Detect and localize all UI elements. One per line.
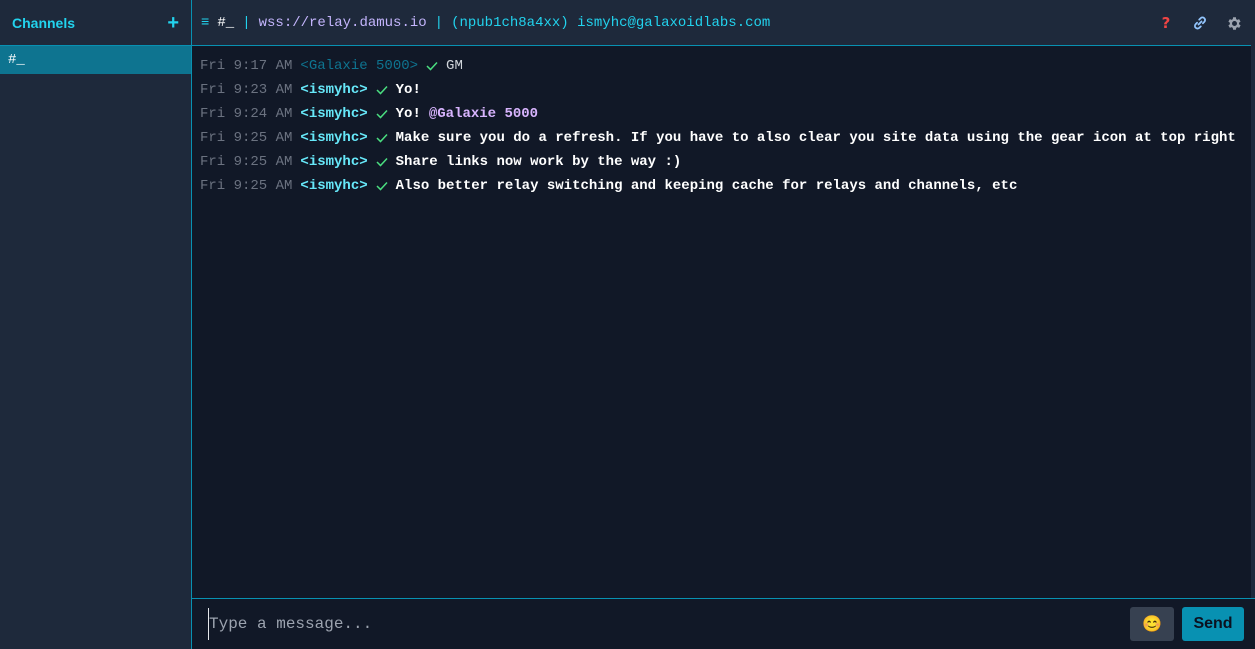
- message-row: Fri 9:25 AM <ismyhc> Also better relay s…: [200, 174, 1247, 198]
- topbar-info: ≡ #_ | wss://relay.damus.io | (npub1ch8a…: [201, 15, 770, 31]
- scrollbar[interactable]: [1251, 0, 1255, 598]
- message-row: Fri 9:25 AM <ismyhc> Share links now wor…: [200, 150, 1247, 174]
- message-author[interactable]: <ismyhc>: [300, 82, 367, 98]
- sidebar-header: Channels +: [0, 0, 191, 46]
- check-icon: [376, 109, 388, 119]
- sidebar-item-channel[interactable]: #_: [0, 46, 191, 74]
- message-timestamp: Fri 9:25 AM: [200, 178, 293, 194]
- app-window: Channels + #_ ≡ #_ | wss://relay.damus.i…: [0, 0, 1255, 649]
- message-row: Fri 9:17 AM <Galaxie 5000> GM: [200, 54, 1247, 78]
- emoji-button[interactable]: 😊: [1130, 607, 1174, 641]
- gear-icon[interactable]: [1225, 14, 1243, 32]
- check-icon: [376, 133, 388, 143]
- top-bar: ≡ #_ | wss://relay.damus.io | (npub1ch8a…: [192, 0, 1255, 46]
- send-button[interactable]: Send: [1182, 607, 1244, 641]
- message-mention[interactable]: @Galaxie 5000: [429, 106, 538, 122]
- message-text: GM: [446, 58, 463, 74]
- message-row: Fri 9:23 AM <ismyhc> Yo!: [200, 78, 1247, 102]
- help-icon[interactable]: ?: [1157, 14, 1175, 32]
- check-icon: [376, 157, 388, 167]
- message-author[interactable]: <ismyhc>: [300, 178, 367, 194]
- message-timestamp: Fri 9:25 AM: [200, 154, 293, 170]
- message-timestamp: Fri 9:23 AM: [200, 82, 293, 98]
- message-author[interactable]: <Galaxie 5000>: [300, 58, 418, 74]
- message-author[interactable]: <ismyhc>: [300, 106, 367, 122]
- separator: |: [434, 14, 444, 31]
- topbar-actions: ?: [1157, 0, 1243, 46]
- check-icon: [426, 61, 438, 71]
- check-icon: [376, 85, 388, 95]
- message-author[interactable]: <ismyhc>: [300, 130, 367, 146]
- channel-list: #_: [0, 46, 191, 74]
- channel-label: #_: [8, 52, 25, 68]
- sidebar-title: Channels: [12, 14, 76, 31]
- add-channel-button[interactable]: +: [167, 13, 179, 33]
- current-channel: #_: [217, 14, 235, 31]
- check-icon: [376, 181, 388, 191]
- message-timestamp: Fri 9:17 AM: [200, 58, 293, 74]
- link-icon[interactable]: [1191, 14, 1209, 32]
- message-composer: 😊 Send: [192, 598, 1255, 649]
- message-text: Yo!: [395, 106, 421, 122]
- message-text: Share links now work by the way :): [395, 154, 682, 170]
- separator: |: [242, 14, 251, 31]
- message-timestamp: Fri 9:24 AM: [200, 106, 293, 122]
- menu-icon[interactable]: ≡: [201, 15, 209, 31]
- message-row: Fri 9:25 AM <ismyhc> Make sure you do a …: [200, 126, 1247, 150]
- message-row: Fri 9:24 AM <ismyhc> Yo! @Galaxie 5000: [200, 102, 1247, 126]
- relay-url[interactable]: wss://relay.damus.io: [259, 15, 427, 31]
- message-text: Also better relay switching and keeping …: [395, 178, 1018, 194]
- message-text: Make sure you do a refresh. If you have …: [395, 130, 1236, 146]
- message-timestamp: Fri 9:25 AM: [200, 130, 293, 146]
- user-identity: (npub1ch8a4xx) ismyhc@galaxoidlabs.com: [451, 14, 771, 31]
- message-input[interactable]: [208, 608, 1130, 640]
- message-list: Fri 9:17 AM <Galaxie 5000> GM Fri 9:23 A…: [192, 46, 1255, 598]
- message-text: Yo!: [395, 82, 421, 98]
- main-panel: ≡ #_ | wss://relay.damus.io | (npub1ch8a…: [192, 0, 1255, 649]
- sidebar: Channels + #_: [0, 0, 192, 649]
- message-author[interactable]: <ismyhc>: [300, 154, 367, 170]
